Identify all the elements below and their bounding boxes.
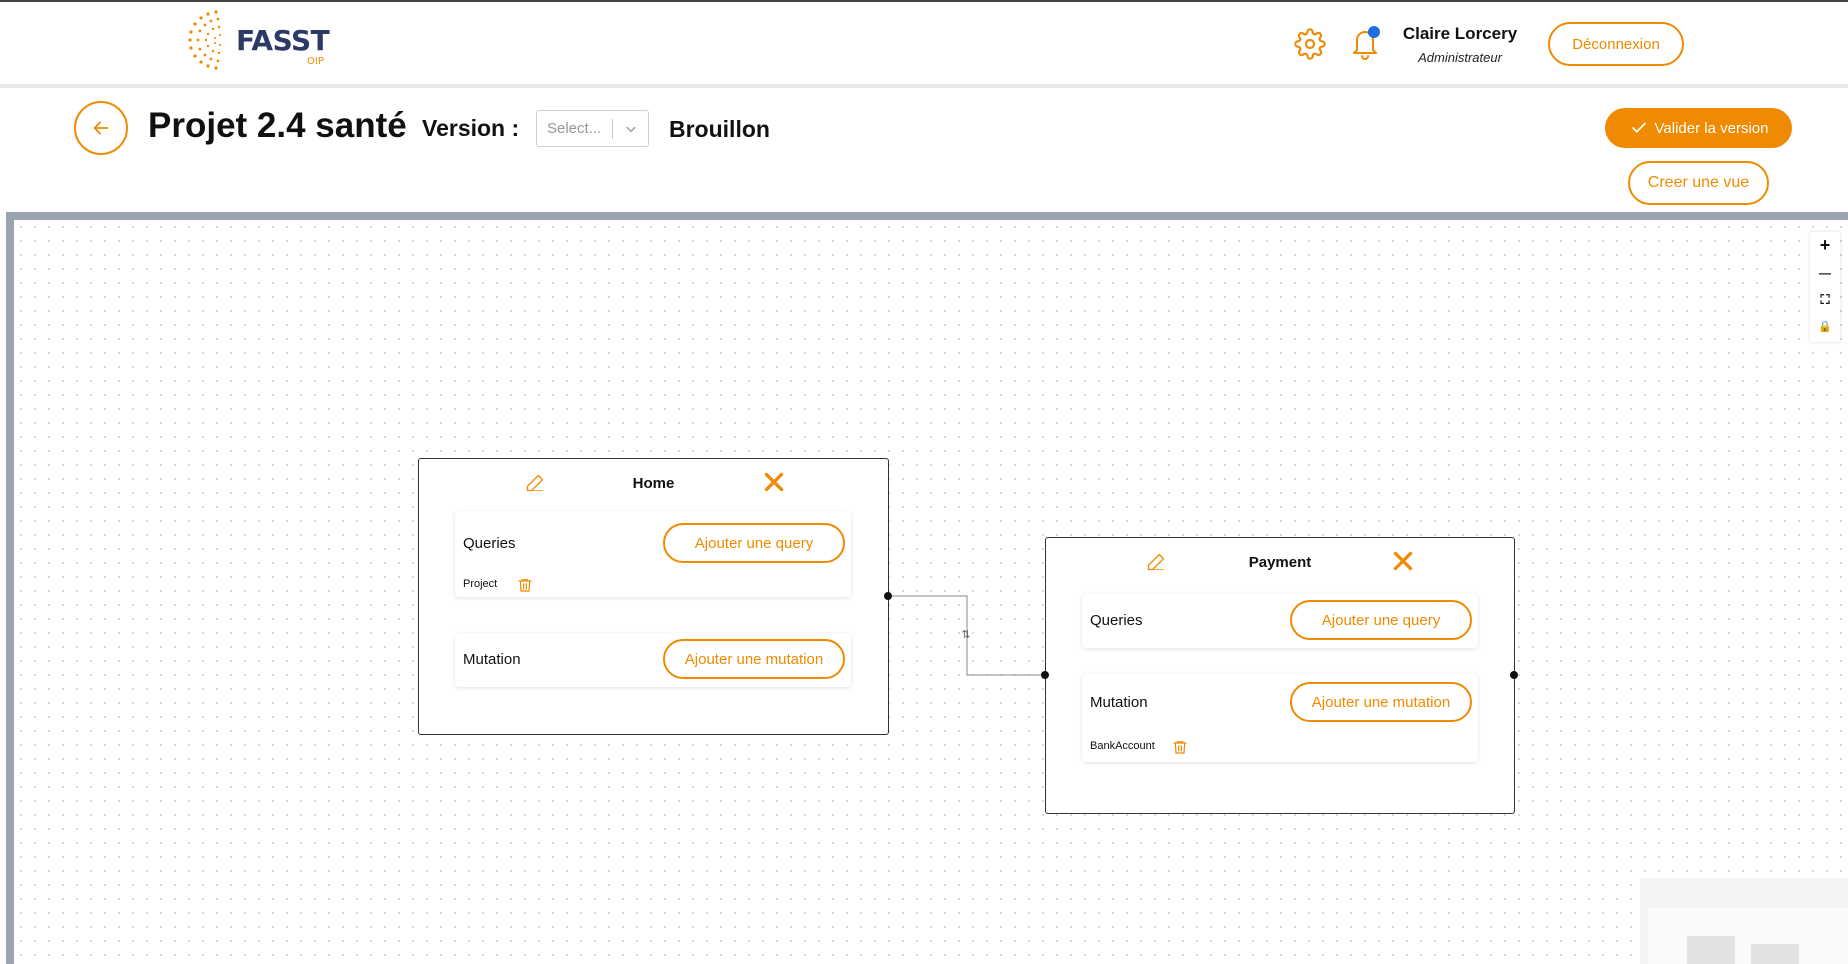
version-select-placeholder: Select... [547, 120, 602, 137]
node-handle-target[interactable] [1041, 671, 1049, 679]
close-icon[interactable] [761, 469, 787, 495]
mutation-item: BankAccount [1090, 740, 1155, 752]
node-handle-source[interactable] [1510, 671, 1518, 679]
logo-dots-icon [188, 10, 221, 70]
user-name: Claire Lorcery [1402, 24, 1518, 43]
node-title: Payment [1248, 554, 1312, 571]
trash-icon[interactable] [1172, 738, 1188, 756]
fit-view-button[interactable]: ⛶ [1810, 286, 1840, 313]
edge-swap-icon[interactable]: ⇅ [960, 628, 972, 642]
minimap[interactable] [1640, 878, 1848, 964]
add-query-button[interactable]: Ajouter une query [1290, 600, 1472, 640]
canvas-controls: + — ⛶ 🔒 [1810, 232, 1840, 342]
node-handle-source[interactable] [884, 592, 892, 600]
mutation-section: Mutation Ajouter une mutation BankAccoun… [1082, 674, 1478, 762]
add-mutation-button[interactable]: Ajouter une mutation [1290, 682, 1472, 722]
minimap-viewport [1648, 908, 1848, 964]
version-select[interactable]: Select... [536, 110, 649, 147]
lock-button[interactable]: 🔒 [1810, 313, 1840, 340]
node-payment[interactable]: Payment Queries Ajouter une query Mutati… [1045, 537, 1515, 814]
queries-section: Queries Ajouter une query [1082, 594, 1478, 648]
arrow-left-icon [93, 121, 109, 135]
back-button[interactable] [74, 101, 128, 155]
select-separator [612, 119, 613, 139]
settings-gear-icon[interactable] [1294, 28, 1326, 60]
node-title: Home [632, 475, 675, 492]
queries-section: Queries Ajouter une query Project [455, 511, 851, 597]
trash-icon[interactable] [517, 576, 533, 594]
mutation-label: Mutation [463, 651, 521, 668]
add-mutation-button[interactable]: Ajouter une mutation [663, 639, 845, 679]
notification-bell-icon[interactable] [1349, 24, 1383, 60]
close-icon[interactable] [1390, 548, 1416, 574]
app-header: FASST OIP Claire Lorcery Administrateur … [0, 2, 1848, 88]
logo-subtext: OIP [307, 56, 324, 67]
page-title: Projet 2.4 santé [148, 106, 407, 145]
minimap-node [1687, 936, 1735, 964]
version-label: Version : [422, 115, 520, 141]
add-query-button[interactable]: Ajouter une query [663, 523, 845, 563]
version-status: Brouillon [669, 116, 770, 142]
create-view-button[interactable]: Creer une vue [1628, 161, 1769, 205]
query-item: Project [463, 578, 498, 590]
mutation-section: Mutation Ajouter une mutation [455, 633, 851, 687]
zoom-out-button[interactable]: — [1810, 259, 1840, 286]
validate-version-label: Valider la version [1654, 119, 1769, 137]
check-icon [1631, 122, 1646, 133]
notification-dot-icon [1368, 26, 1380, 38]
queries-label: Queries [1090, 612, 1143, 629]
queries-label: Queries [463, 535, 516, 552]
user-role: Administrateur [1418, 50, 1502, 65]
zoom-in-button[interactable]: + [1810, 232, 1840, 259]
minimap-node [1751, 944, 1799, 964]
logout-button[interactable]: Déconnexion [1548, 22, 1684, 66]
node-home[interactable]: Home Queries Ajouter une query Project M… [418, 458, 889, 735]
mutation-label: Mutation [1090, 694, 1148, 711]
validate-version-button[interactable]: Valider la version [1605, 108, 1792, 148]
logo-text: FASST [236, 24, 330, 57]
chevron-down-icon[interactable] [622, 120, 640, 138]
fasst-logo[interactable]: FASST OIP [186, 8, 346, 74]
